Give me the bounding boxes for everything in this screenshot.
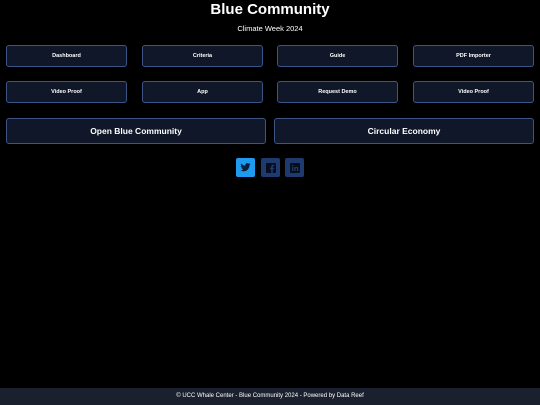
video-proof-button[interactable]: Video Proof (6, 81, 127, 103)
linkedin-icon (289, 162, 301, 174)
dashboard-button[interactable]: Dashboard (6, 45, 127, 67)
footer: © UCC Whale Center - Blue Community 2024… (0, 388, 540, 405)
twitter-icon (240, 162, 251, 173)
facebook-icon (265, 162, 277, 174)
facebook-button[interactable] (261, 158, 280, 177)
footer-text: © UCC Whale Center - Blue Community 2024… (176, 393, 364, 399)
criteria-button[interactable]: Criteria (142, 45, 263, 67)
request-demo-button[interactable]: Request Demo (277, 81, 398, 103)
page-subtitle: Climate Week 2024 (237, 24, 303, 33)
open-blue-community-button[interactable]: Open Blue Community (6, 118, 266, 144)
twitter-button[interactable] (236, 158, 255, 177)
pdf-importer-button[interactable]: PDF Importer (413, 45, 534, 67)
page: Blue Community Climate Week 2024 Dashboa… (0, 0, 540, 405)
guide-button[interactable]: Guide (277, 45, 398, 67)
video-proof-button-2[interactable]: Video Proof (413, 81, 534, 103)
circular-economy-button[interactable]: Circular Economy (274, 118, 534, 144)
app-button[interactable]: App (142, 81, 263, 103)
linkedin-button[interactable] (285, 158, 304, 177)
page-title: Blue Community (210, 1, 330, 18)
